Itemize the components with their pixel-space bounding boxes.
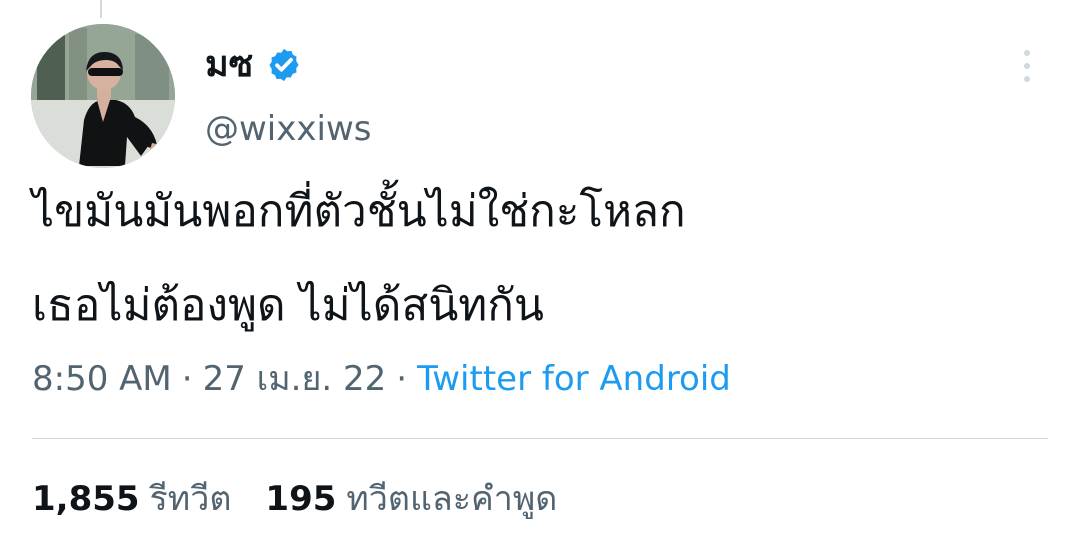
meta-separator: · — [396, 359, 408, 399]
tweet-meta-row: 8:50 AM · 27 เม.ย. 22 · Twitter for Andr… — [32, 354, 731, 404]
retweets-stat[interactable]: 1,855 รีทวีต — [32, 473, 231, 525]
quotes-count: 195 — [265, 479, 337, 519]
quotes-stat[interactable]: 195 ทวีตและคำพูด — [265, 473, 557, 525]
author-name-row: มซ — [205, 39, 303, 91]
more-options-icon — [1021, 48, 1033, 84]
author-display-name[interactable]: มซ — [205, 39, 253, 91]
more-options-button[interactable] — [1010, 46, 1044, 86]
tweet-time[interactable]: 8:50 AM — [32, 354, 172, 404]
meta-separator: · — [181, 359, 193, 399]
tweet-stats-row: 1,855 รีทวีต 195 ทวีตและคำพูด — [32, 473, 557, 525]
author-handle[interactable]: @wixxiws — [205, 105, 371, 153]
tweet-source-link[interactable]: Twitter for Android — [417, 354, 731, 404]
quotes-label: ทวีตและคำพูด — [346, 479, 558, 519]
avatar[interactable] — [31, 24, 175, 168]
tweet-date[interactable]: 27 เม.ย. 22 — [203, 354, 387, 404]
retweets-label: รีทวีต — [149, 479, 232, 519]
verified-badge-icon — [265, 46, 303, 84]
tweet-text: ไขมันมันพอกที่ตัวชั้นไม่ใช่กะโหลก เธอไม่… — [32, 186, 686, 331]
tweet-detail-page: มซ @wixxiws ไขมันมันพอกที่ตัวชั้นไม่ใช่ก… — [0, 0, 1079, 546]
retweets-count: 1,855 — [32, 479, 140, 519]
stats-divider — [32, 438, 1048, 439]
thread-connector-line — [100, 0, 102, 18]
